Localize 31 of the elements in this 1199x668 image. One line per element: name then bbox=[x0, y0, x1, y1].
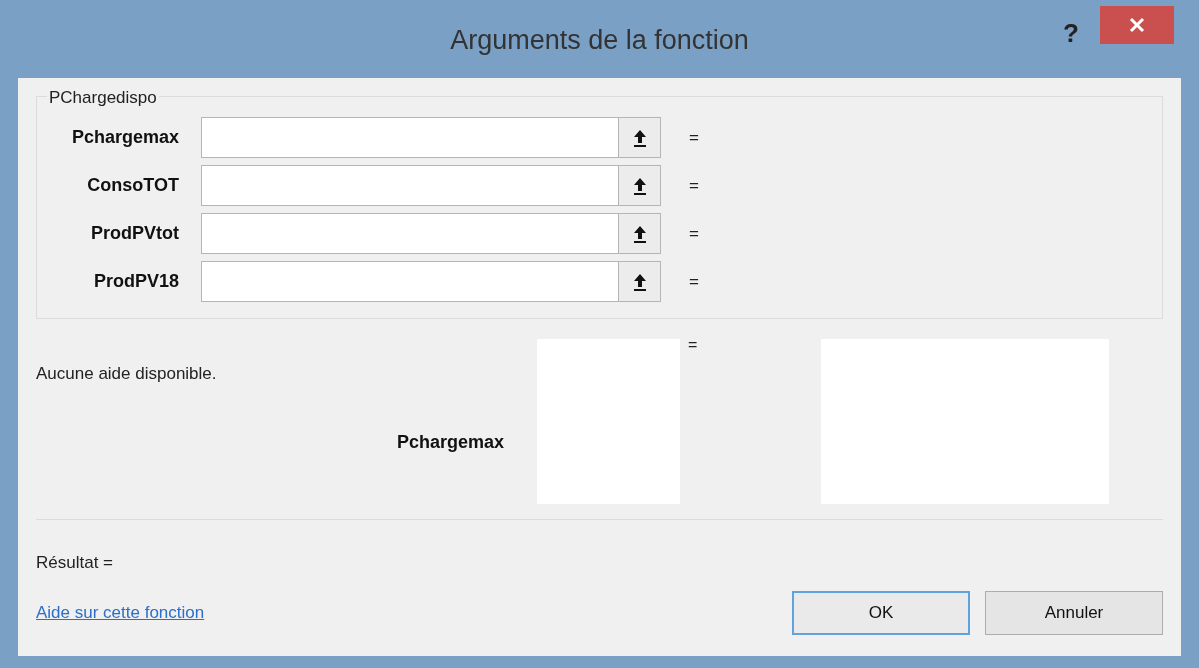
collapse-button[interactable] bbox=[618, 262, 660, 301]
help-link[interactable]: Aide sur cette fonction bbox=[36, 599, 205, 626]
equals-sign: = bbox=[689, 270, 699, 293]
argument-field[interactable] bbox=[201, 165, 661, 206]
dialog-button[interactable]: OK bbox=[792, 590, 970, 635]
collapse-button[interactable] bbox=[618, 214, 660, 253]
argument-field[interactable] bbox=[201, 213, 661, 254]
collapse-button[interactable] bbox=[618, 166, 660, 205]
collapse-button[interactable] bbox=[618, 118, 660, 157]
argument-label: ProdPVtot bbox=[90, 222, 180, 245]
equals-sign: = bbox=[689, 222, 699, 245]
argument-name: Pchargemax bbox=[396, 430, 504, 454]
upload-arrow-icon bbox=[632, 176, 647, 195]
window-title: Arguments de la fonction bbox=[450, 24, 749, 57]
argument-label: ProdPV18 bbox=[92, 270, 180, 293]
upload-arrow-icon bbox=[632, 128, 647, 147]
close-icon bbox=[1129, 17, 1145, 33]
argument-field[interactable] bbox=[201, 117, 661, 158]
upload-arrow-icon bbox=[632, 224, 647, 243]
close-button[interactable] bbox=[1100, 6, 1174, 44]
argument-field[interactable] bbox=[201, 261, 661, 302]
equals-sign: = bbox=[689, 174, 699, 197]
help-button[interactable]: ? bbox=[1056, 14, 1086, 53]
equals-sign: = bbox=[689, 126, 699, 149]
argument-label: ConsoTOT bbox=[86, 174, 180, 197]
equals-sign: = bbox=[688, 337, 698, 355]
dialog-button[interactable]: Annuler bbox=[985, 590, 1163, 635]
result-label: Résultat = bbox=[36, 552, 114, 574]
argument-label: Pchargemax bbox=[70, 126, 180, 149]
upload-arrow-icon bbox=[632, 272, 647, 291]
help-text: Aucune aide disponible. bbox=[36, 363, 218, 385]
